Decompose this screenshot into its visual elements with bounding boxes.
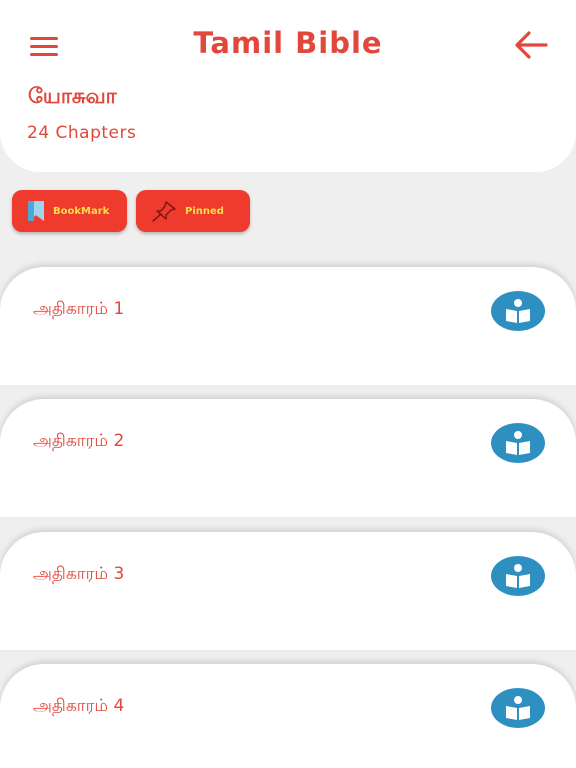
app-title: Tamil Bible (193, 26, 383, 60)
bookmark-label: BookMark (53, 206, 110, 217)
read-chapter-button[interactable] (491, 688, 545, 728)
reader-book-icon (506, 299, 530, 323)
reader-book-icon (506, 564, 530, 588)
chapter-label: அதிகாரம் 2 (33, 431, 125, 451)
chapter-label: அதிகாரம் 1 (33, 299, 125, 319)
chapter-card[interactable]: அதிகாரம் 3 (0, 532, 576, 650)
bookmark-button[interactable]: BookMark (12, 190, 127, 232)
back-arrow-icon[interactable] (512, 30, 550, 60)
pinned-button[interactable]: Pinned (136, 190, 250, 232)
bookmark-icon (26, 200, 46, 226)
book-title: யோசுவா (28, 84, 117, 108)
chapter-card[interactable]: அதிகாரம் 2 (0, 399, 576, 517)
read-chapter-button[interactable] (491, 423, 545, 463)
reader-book-icon (506, 696, 530, 720)
read-chapter-button[interactable] (491, 291, 545, 331)
chapter-card[interactable]: அதிகாரம் 4 (0, 664, 576, 768)
pinned-label: Pinned (185, 206, 224, 217)
chapter-card[interactable]: அதிகாரம் 1 (0, 267, 576, 385)
pushpin-icon (150, 199, 178, 227)
read-chapter-button[interactable] (491, 556, 545, 596)
chapter-count: 24 Chapters (27, 123, 137, 143)
header-card: Tamil Bible யோசுவா 24 Chapters (0, 0, 576, 172)
chapter-label: அதிகாரம் 3 (33, 564, 125, 584)
reader-book-icon (506, 431, 530, 455)
chapter-label: அதிகாரம் 4 (33, 696, 125, 716)
